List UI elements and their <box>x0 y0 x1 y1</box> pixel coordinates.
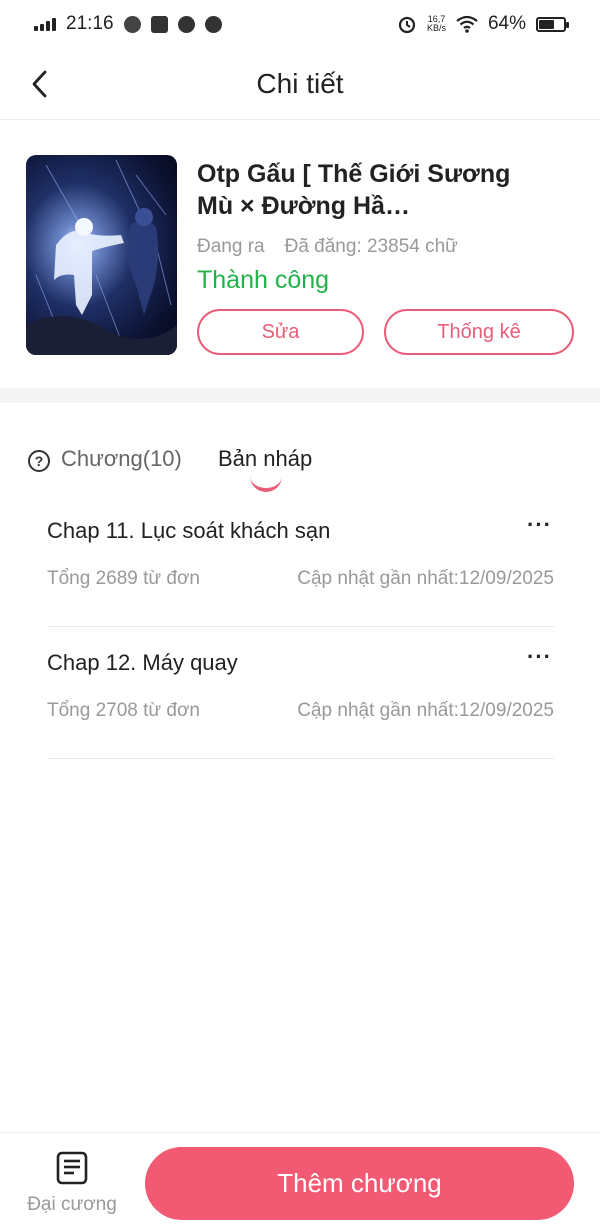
alarm-icon <box>398 16 416 34</box>
book-meta: Đang ra Đã đăng: 23854 chữ <box>197 236 458 258</box>
more-options-icon[interactable]: ··· <box>527 512 552 538</box>
header: Chi tiết <box>0 48 600 120</box>
book-card: Otp Gấu [ Thế Giới Sương Mù × Đường Hầ… … <box>0 120 600 388</box>
edit-button[interactable]: Sửa <box>197 309 364 355</box>
chapter-tabs: ? Chương(10) Bản nháp <box>0 440 600 500</box>
draft-title: Chap 12. Máy quay <box>47 650 238 675</box>
network-speed-unit: KB/s <box>426 23 446 33</box>
book-word-count: Đã đăng: 23854 chữ <box>284 236 458 257</box>
facebook-icon <box>204 15 222 33</box>
status-right: 16,7 KB/s 64% <box>397 13 569 35</box>
gallery-icon <box>150 15 168 33</box>
tab-chapters[interactable]: Chương(10) <box>61 446 182 472</box>
draft-updated-date: Cập nhật gần nhất:12/09/2025 <box>297 568 554 589</box>
add-chapter-button[interactable]: Thêm chương <box>145 1147 574 1220</box>
more-options-icon[interactable]: ··· <box>527 644 552 670</box>
book-state: Đang ra <box>197 236 265 257</box>
stats-button[interactable]: Thống kê <box>384 309 574 355</box>
compass-icon <box>177 15 195 33</box>
signal-icon <box>34 17 56 31</box>
active-tab-indicator <box>250 476 282 492</box>
battery-percent: 64% <box>487 13 526 34</box>
battery-icon <box>536 16 569 32</box>
list-item[interactable]: Chap 11. Lục soát khách sạn ··· Tổng 268… <box>47 494 554 627</box>
bottom-bar: Đại cương Thêm chương <box>0 1132 600 1231</box>
draft-updated-date: Cập nhật gần nhất:12/09/2025 <box>297 700 554 721</box>
tiktok-icon <box>123 15 141 33</box>
outline-label: Đại cương <box>27 1194 117 1215</box>
status-time: 21:16 <box>66 13 114 34</box>
wifi-icon <box>456 15 478 33</box>
book-title: Otp Gấu [ Thế Giới Sương Mù × Đường Hầ… <box>197 160 511 220</box>
outline-button[interactable]: Đại cương <box>20 1151 124 1221</box>
cover-artwork <box>26 159 177 355</box>
page-title: Chi tiết <box>256 68 344 99</box>
list-item[interactable]: Chap 12. Máy quay ··· Tổng 2708 từ đơn C… <box>47 626 554 759</box>
draft-title: Chap 11. Lục soát khách sạn <box>47 518 331 543</box>
network-speed: 16,7 KB/s <box>427 15 446 33</box>
document-icon <box>56 1151 88 1185</box>
draft-word-count: Tổng 2708 từ đơn <box>47 700 201 721</box>
help-icon[interactable]: ? <box>28 450 50 472</box>
status-left: 21:16 <box>34 13 222 35</box>
status-bar: 21:16 16,7 KB/s 64% <box>0 0 600 48</box>
book-cover[interactable] <box>26 155 177 355</box>
section-divider <box>0 388 600 403</box>
tab-drafts[interactable]: Bản nháp <box>218 446 312 472</box>
battery-fill <box>539 19 555 29</box>
draft-word-count: Tổng 2689 từ đơn <box>47 568 201 589</box>
book-status: Thành công <box>197 266 330 294</box>
